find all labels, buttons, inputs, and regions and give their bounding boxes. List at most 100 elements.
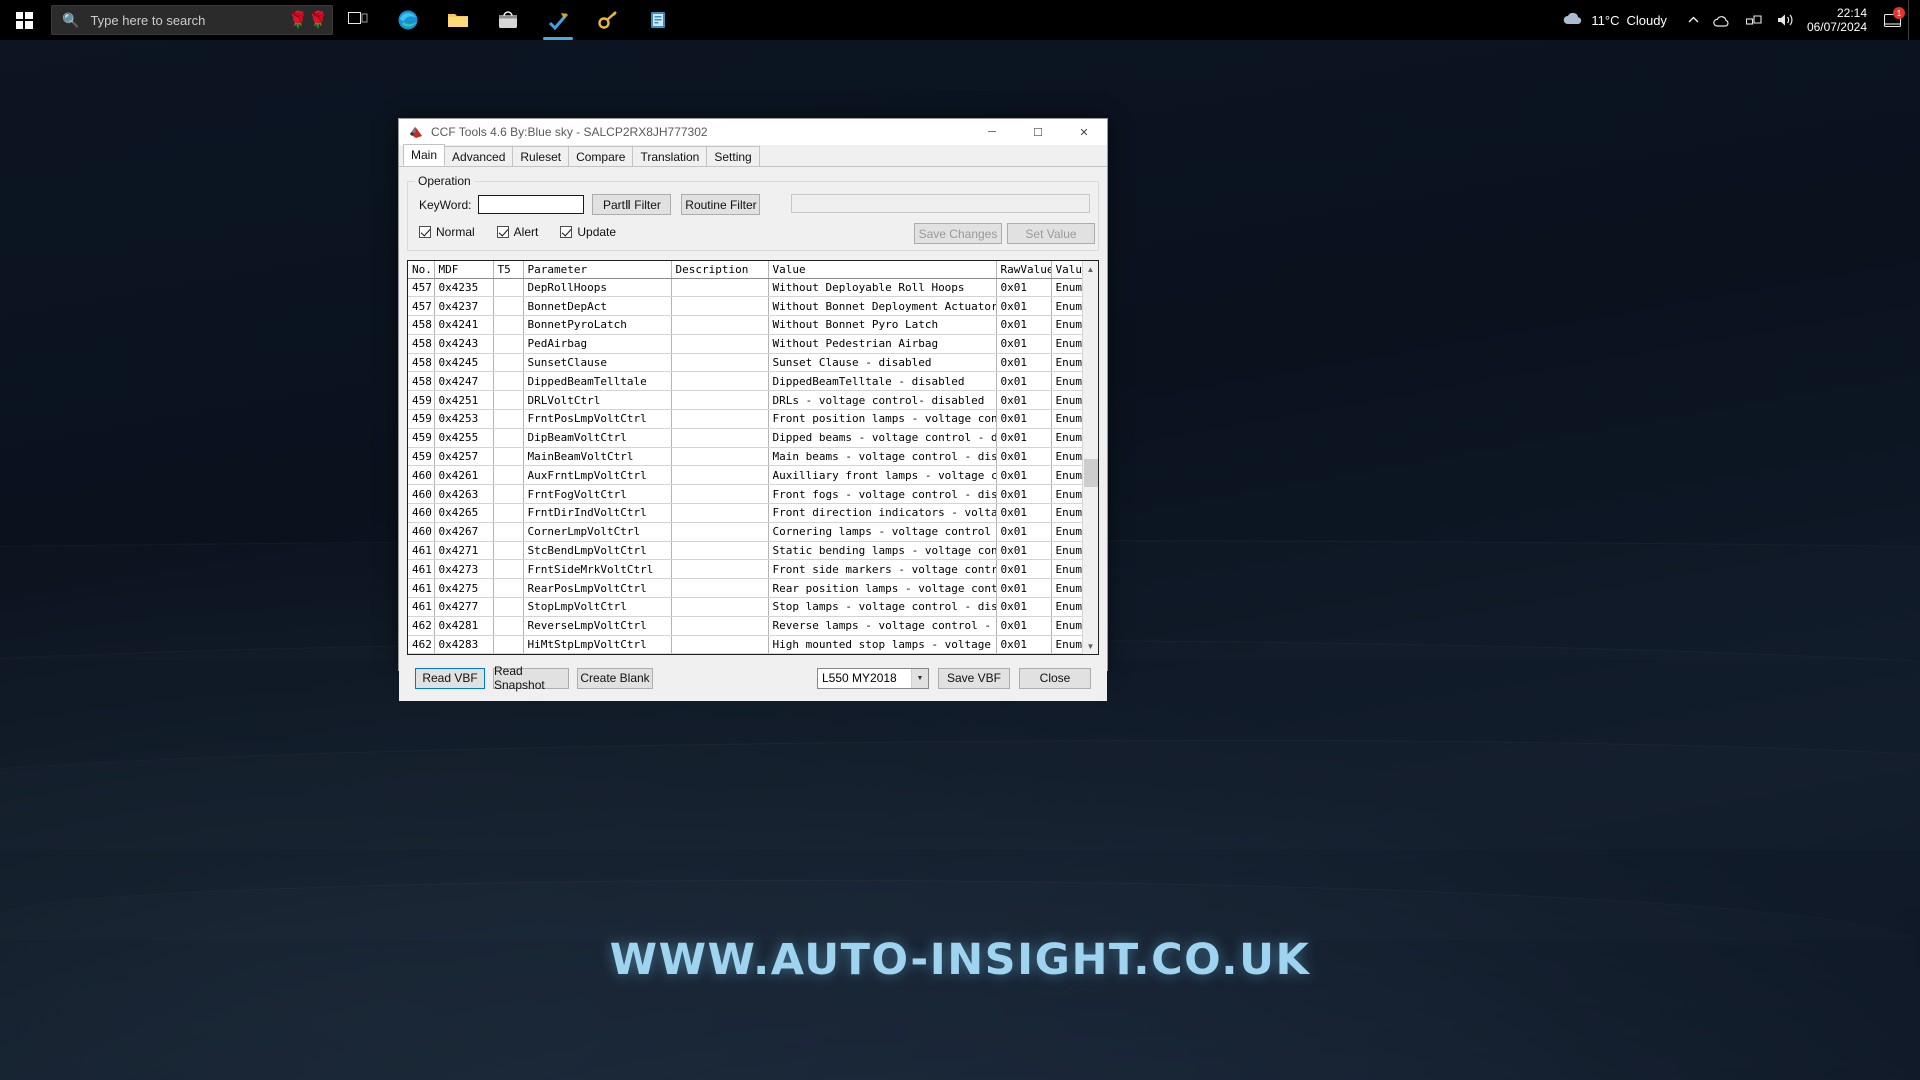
keyword-input[interactable] [478,195,585,214]
table-row[interactable]: 459 0x4257 MainBeamVoltCtrl Main beams - vo… [408,447,1082,467]
notifications-button[interactable]: 1 [1877,0,1908,40]
cell-value: Static bending lamps - voltage control -… [768,541,997,561]
column-header-no[interactable]: No. [408,261,435,279]
grid-scroll-area[interactable]: No. MDF T5 Parameter Description Value R… [408,261,1082,655]
cell-valuetype: Enumerated [1051,390,1082,411]
tab-compare[interactable]: Compare [568,146,634,166]
file-explorer-icon[interactable] [433,0,483,40]
cell-parameter: SunsetClause [523,353,672,373]
start-button[interactable] [0,0,48,40]
cell-valuetype: Enumerated [1051,541,1082,561]
create-blank-button[interactable]: Create Blank [577,667,653,689]
table-row[interactable]: 462 0x4283 HiMtStpLmpVoltCtrl High mounted … [408,635,1082,655]
scroll-up-arrow-icon[interactable]: ▲ [1082,261,1098,277]
cell-valuetype: Enumerated [1051,353,1082,373]
table-row[interactable]: 460 0x4263 FrntFogVoltCtrl Front fogs - vol… [408,484,1082,505]
cell-t5 [493,278,524,298]
window-titlebar[interactable]: CCF Tools 4.6 By:Blue sky - SALCP2RX8JH7… [399,119,1107,145]
app-pinned-icon-2[interactable] [583,0,633,40]
table-row[interactable]: 462 0x4281 ReverseLmpVoltCtrl Reverse lamps… [408,616,1082,636]
table-row[interactable]: 458 0x4243 PedAirbag Without Pedestrian Air… [408,334,1082,354]
table-row[interactable]: 459 0x4251 DRLVoltCtrl DRLs - voltage contr… [408,390,1082,411]
cell-rawvalue: 0x01 [996,465,1052,486]
table-row[interactable]: 460 0x4267 CornerLmpVoltCtrl Cornering lamp… [408,522,1082,542]
table-row[interactable]: 461 0x4275 RearPosLmpVoltCtrl Rear position… [408,578,1082,599]
table-row[interactable]: 458 0x4247 DippedBeamTelltale DippedBeamTel… [408,371,1082,392]
table-row[interactable]: 459 0x4253 FrntPosLmpVoltCtrl Front positio… [408,409,1082,429]
scrollbar-thumb[interactable] [1083,459,1098,487]
microsoft-store-icon[interactable] [483,0,533,40]
tab-translation[interactable]: Translation [632,146,708,166]
vertical-scrollbar[interactable]: ▲ ▼ [1082,261,1098,655]
cell-parameter: PedAirbag [523,334,672,354]
save-changes-button[interactable]: Save Changes [914,223,1002,244]
cell-rawvalue: 0x01 [996,315,1052,335]
close-window-button[interactable]: ✕ [1061,119,1107,145]
tab-advanced[interactable]: Advanced [444,146,514,166]
cell-value: Main beams - voltage control - disabled [768,447,997,467]
routine-filter-button[interactable]: Routine Filter [681,194,761,215]
show-desktop-button[interactable] [1908,0,1916,40]
cell-parameter: HiMtStpLmpVoltCtrl [523,635,672,655]
column-header-mdf[interactable]: MDF [434,261,494,279]
table-row[interactable]: 458 0x4241 BonnetPyroLatch Without Bonnet P… [408,315,1082,335]
chevron-down-icon[interactable]: ▼ [911,668,928,688]
checkbox-alert-box[interactable] [496,226,509,238]
table-row[interactable]: 461 0x4273 FrntSideMrkVoltCtrl Front side m… [408,559,1082,580]
checkbox-update[interactable]: Update [560,225,616,239]
table-row[interactable]: 459 0x4255 DipBeamVoltCtrl Dipped beams - v… [408,428,1082,448]
tab-ruleset[interactable]: Ruleset [512,146,570,166]
table-row[interactable]: 460 0x4265 FrntDirIndVoltCtrl Front directi… [408,503,1082,523]
volume-icon[interactable] [1770,0,1801,40]
checkbox-alert[interactable]: Alert [496,225,538,239]
app-pinned-icon-3[interactable] [633,0,683,40]
column-header-description[interactable]: Description [671,261,769,279]
cell-value: DippedBeamTelltale - disabled [768,371,997,392]
partii-filter-button[interactable]: PartⅡ Filter [592,194,672,215]
table-row[interactable]: 461 0x4277 StopLmpVoltCtrl Stop lamps - vol… [408,597,1082,617]
maximize-button[interactable]: ☐ [1015,119,1061,145]
search-input-container[interactable]: 🔍 🌹🌹 [51,5,333,35]
read-snapshot-button[interactable]: Read Snapshot [493,664,569,692]
tab-main[interactable]: Main [403,144,446,166]
table-row[interactable]: 458 0x4245 SunsetClause Sunset Clause - dis… [408,353,1082,373]
microsoft-edge-icon[interactable] [383,0,433,40]
show-hidden-icons-chevron[interactable] [1681,0,1706,40]
network-icon[interactable] [1739,0,1770,40]
weather-widget[interactable]: 11°C Cloudy [1562,11,1667,29]
column-header-t5[interactable]: T5 [493,261,524,279]
cell-valuetype: Enumerated [1051,371,1082,392]
onedrive-icon[interactable] [1706,0,1739,40]
checkbox-normal-box[interactable] [419,226,431,238]
column-header-value[interactable]: Value [768,261,997,279]
cell-t5 [493,616,524,636]
task-view-icon[interactable] [333,0,383,40]
model-select-dropdown[interactable]: L550 MY2018 ▼ [817,667,929,689]
column-header-valuetype[interactable]: ValueType [1051,261,1082,279]
search-input[interactable] [88,11,289,29]
set-value-button[interactable]: Set Value [1007,223,1095,244]
close-button[interactable]: Close [1019,667,1091,689]
scroll-down-arrow-icon[interactable]: ▼ [1082,638,1098,655]
checkbox-normal[interactable]: Normal [419,225,475,239]
table-row[interactable]: 457 0x4235 DepRollHoops Without Deployable … [408,278,1082,298]
column-header-parameter[interactable]: Parameter [523,261,672,279]
tab-setting[interactable]: Setting [706,146,760,166]
save-vbf-button[interactable]: Save VBF [938,667,1010,689]
cell-parameter: RearPosLmpVoltCtrl [523,578,672,599]
table-header-row: No. MDF T5 Parameter Description Value R… [408,261,1082,279]
cell-no: 459 [408,428,435,448]
cell-no: 461 [408,541,435,561]
table-row[interactable]: 457 0x4237 BonnetDepAct Without Bonnet Depl… [408,296,1082,317]
scrollbar-track[interactable] [1082,277,1098,639]
table-row[interactable]: 461 0x4271 StcBendLmpVoltCtrl Static bendin… [408,541,1082,561]
column-header-rawvalue[interactable]: RawValue [996,261,1052,279]
weather-temperature: 11°C [1591,12,1620,28]
table-row[interactable]: 460 0x4261 AuxFrntLmpVoltCtrl Auxilliary fr… [408,465,1082,486]
checkbox-update-box[interactable] [560,226,573,238]
clock[interactable]: 22:14 06/07/2024 [1801,6,1877,34]
read-vbf-button[interactable]: Read VBF [415,667,485,689]
app-pinned-icon-1[interactable] [533,0,583,40]
cell-value: Without Bonnet Deployment Actuator [768,296,997,317]
minimize-button[interactable]: ─ [969,119,1015,145]
